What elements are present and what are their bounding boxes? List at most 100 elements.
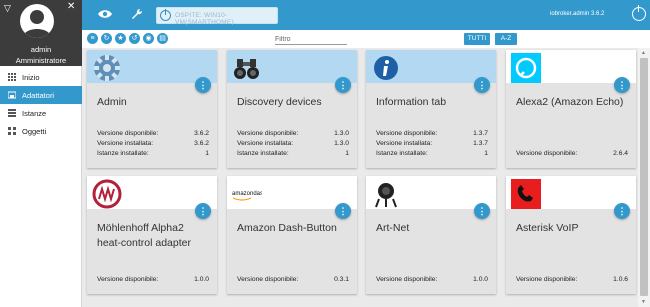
logout-power-icon[interactable]	[632, 5, 646, 21]
card-menu-button[interactable]: ⋮	[335, 203, 351, 219]
row-value: 1.0.0	[473, 276, 488, 283]
card-row: Versione disponibile: 1.3.7	[376, 130, 488, 137]
row-label: Versione disponibile:	[237, 276, 299, 283]
gear-logo	[94, 55, 120, 81]
card-menu-button[interactable]: ⋮	[195, 203, 211, 219]
refresh-icon[interactable]: ↻	[101, 33, 112, 44]
sidebar-item-adattatori[interactable]: Adattatori	[0, 86, 82, 104]
adapter-grid: ⋮ Admin Versione disponibile: 3.6.2 Versi…	[82, 48, 638, 307]
row-label: Versione disponibile:	[516, 150, 578, 157]
card-menu-button[interactable]: ⋮	[195, 77, 211, 93]
adapter-card-alpha2[interactable]: ⋮ Möhlenhoff Alpha2 heat-control adapter…	[87, 176, 217, 294]
card-title: Discovery devices	[237, 96, 322, 108]
user-role: Amministratore	[15, 56, 67, 65]
card-title: Admin	[97, 96, 127, 108]
card-menu-button[interactable]: ⋮	[614, 77, 630, 93]
card-row: Versione installata: 1.3.7	[376, 140, 488, 147]
card-title: Information tab	[376, 96, 447, 108]
card-row: Versione disponibile: 3.6.2	[97, 130, 209, 137]
row-label: Istanze installate:	[237, 150, 289, 157]
sidebar-item-inizio[interactable]: Inizio	[0, 68, 82, 86]
spotlight-logo	[375, 183, 397, 208]
close-icon[interactable]: ✕	[67, 1, 75, 12]
row-value: 1.3.7	[473, 130, 488, 137]
grid-icon	[8, 73, 16, 81]
card-row: Versione installata: 3.6.2	[97, 140, 209, 147]
row-value: 3.6.2	[194, 130, 209, 137]
wrench-icon[interactable]	[131, 8, 143, 20]
row-value: 1	[205, 150, 209, 157]
update-icon[interactable]: ↺	[129, 33, 140, 44]
adapter-card-asterisk[interactable]: ⋮ Asterisk VoIP Versione disponibile: 1.0…	[506, 176, 636, 294]
store-icon	[8, 91, 16, 99]
sidebar-item-istanze[interactable]: Istanze	[0, 104, 82, 122]
card-title: Alexa2 (Amazon Echo)	[516, 96, 624, 108]
account-label: iobroker.admin 3.6.2	[550, 11, 605, 17]
list-icon	[8, 109, 16, 117]
row-label: Versione installata:	[376, 140, 433, 147]
row-label: Versione installata:	[237, 140, 294, 147]
alpha2-logo	[92, 179, 122, 209]
card-title: Asterisk VoIP	[516, 222, 579, 234]
card-menu-button[interactable]: ⋮	[614, 203, 630, 219]
profile-panel: ▽ ✕ admin Amministratore	[0, 0, 82, 66]
scroll-thumb[interactable]	[640, 58, 648, 296]
objects-icon	[8, 127, 16, 135]
card-menu-button[interactable]: ⋮	[335, 77, 351, 93]
list-view-icon[interactable]: ≡	[87, 33, 98, 44]
all-button[interactable]: TUTTI	[464, 33, 490, 45]
sidebar-nav: Inizio Adattatori Istanze Oggetti	[0, 68, 82, 140]
github-icon[interactable]: ◉	[143, 33, 154, 44]
card-row: Istanze installate: 1	[237, 150, 349, 157]
row-label: Versione disponibile:	[516, 276, 578, 283]
alexa-logo	[511, 53, 541, 83]
card-row: Versione installata: 1.3.0	[237, 140, 349, 147]
adapter-toolbar: ≡ ↻ ★ ↺ ◉ ▤ TUTTI A-Z	[82, 30, 650, 48]
sidebar-item-label: Adattatori	[22, 90, 55, 100]
adapter-card-alexa2[interactable]: ⋮ Alexa2 (Amazon Echo) Versione disponib…	[506, 50, 636, 168]
row-value: 1	[345, 150, 349, 157]
card-row: Versione disponibile: 0.3.1	[237, 276, 349, 283]
upload-icon[interactable]: ▤	[157, 33, 168, 44]
row-value: 1	[484, 150, 488, 157]
card-row: Versione disponibile: 1.0.0	[376, 276, 488, 283]
scroll-down-icon[interactable]: ▼	[641, 299, 646, 305]
sort-az-button[interactable]: A-Z	[495, 33, 517, 45]
host-selector[interactable]: OSPITE: WIN10-VM(SMARTHOME)	[156, 7, 278, 26]
sidebar: ▽ ✕ admin Amministratore Inizio Adattato…	[0, 0, 82, 307]
row-value: 1.3.0	[334, 130, 349, 137]
adapter-card-amazon-dash[interactable]: amazondash ⋮ Amazon Dash-Button Versione…	[227, 176, 357, 294]
card-title-line2: heat-control adapter	[97, 237, 191, 249]
adapter-card-artnet[interactable]: ⋮ Art-Net Versione disponibile: 1.0.0	[366, 176, 496, 294]
card-menu-button[interactable]: ⋮	[474, 203, 490, 219]
sidebar-item-oggetti[interactable]: Oggetti	[0, 122, 82, 140]
amazon-dash-logo: amazondash	[232, 191, 262, 201]
menu-triangle-icon[interactable]: ▽	[4, 3, 11, 14]
card-row: Istanze installate: 1	[376, 150, 488, 157]
card-row: Versione disponibile: 1.3.0	[237, 130, 349, 137]
card-menu-button[interactable]: ⋮	[474, 77, 490, 93]
filter-input[interactable]	[275, 36, 347, 43]
grid-scrollbar[interactable]: ▲ ▼	[638, 48, 650, 307]
card-title: Art-Net	[376, 222, 410, 234]
row-label: Versione disponibile:	[376, 276, 438, 283]
card-row: Istanze installate: 1	[97, 150, 209, 157]
card-row: Versione disponibile: 1.0.6	[516, 276, 628, 283]
filter-field[interactable]	[275, 34, 347, 45]
scroll-up-icon[interactable]: ▲	[641, 50, 646, 56]
star-icon[interactable]: ★	[115, 33, 126, 44]
row-value: 1.3.7	[473, 140, 488, 147]
sidebar-item-label: Istanze	[22, 108, 47, 118]
adapter-card-info[interactable]: ⋮ Information tab Versione disponibile: 1…	[366, 50, 496, 168]
binoculars-logo	[234, 59, 259, 79]
row-label: Versione disponibile:	[237, 130, 299, 137]
asterisk-logo	[511, 179, 541, 209]
info-logo	[374, 56, 398, 80]
user-name: admin	[30, 45, 52, 54]
card-row: Versione disponibile: 1.0.0	[97, 276, 209, 283]
adapter-card-admin[interactable]: ⋮ Admin Versione disponibile: 3.6.2 Versi…	[87, 50, 217, 168]
eye-icon[interactable]	[98, 9, 112, 19]
row-label: Versione installata:	[97, 140, 154, 147]
row-label: Istanze installate:	[97, 150, 149, 157]
adapter-card-discovery[interactable]: ⋮ Discovery devices Versione disponibile…	[227, 50, 357, 168]
